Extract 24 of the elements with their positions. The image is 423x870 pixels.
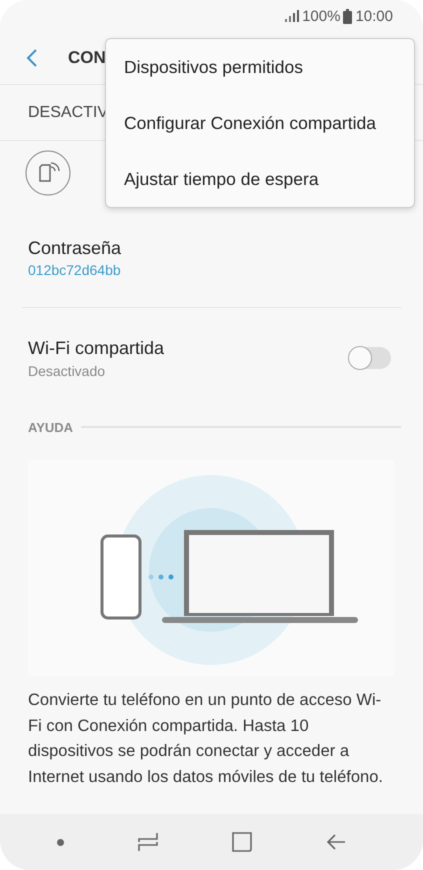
wifi-sharing-setting[interactable]: Wi-Fi compartida Desactivado [0, 308, 423, 408]
screen-title: CON [68, 48, 106, 68]
setting-value: 012bc72d64bb [28, 262, 122, 278]
menu-item[interactable]: Ajustar tiempo de espera [106, 151, 414, 207]
back-arrow-icon[interactable] [326, 832, 346, 852]
recent-apps-icon[interactable] [138, 832, 158, 852]
password-setting[interactable]: Contraseña 012bc72d64bb [0, 209, 423, 307]
chevron-left-icon [26, 48, 38, 68]
hotspot-phone-icon [25, 150, 71, 196]
menu-item[interactable]: Dispositivos permitidos [106, 39, 414, 95]
signal-icon [285, 10, 300, 22]
section-heading: AYUDA [28, 420, 74, 434]
setting-title: Contraseña [28, 238, 122, 259]
dot-icon[interactable] [57, 838, 64, 846]
setting-status: Desactivado [28, 362, 106, 378]
master-switch-label: DESACTIV [28, 104, 108, 122]
help-text: Convierte tu teléfono en un punto de acceso Wi-Fi con Conexión compartida. Hasta 10 dispositivos se podrán conectar y acceder a Internet usando los datos móviles de tu teléfono. [28, 690, 383, 788]
clock: 10:00 [355, 8, 393, 24]
setting-title: Wi-Fi compartida [28, 338, 164, 358]
toggle-switch[interactable] [349, 347, 391, 369]
battery-icon [343, 8, 352, 24]
home-icon[interactable] [232, 832, 252, 852]
menu-item[interactable]: Configurar Conexión compartida [106, 95, 414, 151]
battery-percent: 100% [302, 8, 340, 24]
